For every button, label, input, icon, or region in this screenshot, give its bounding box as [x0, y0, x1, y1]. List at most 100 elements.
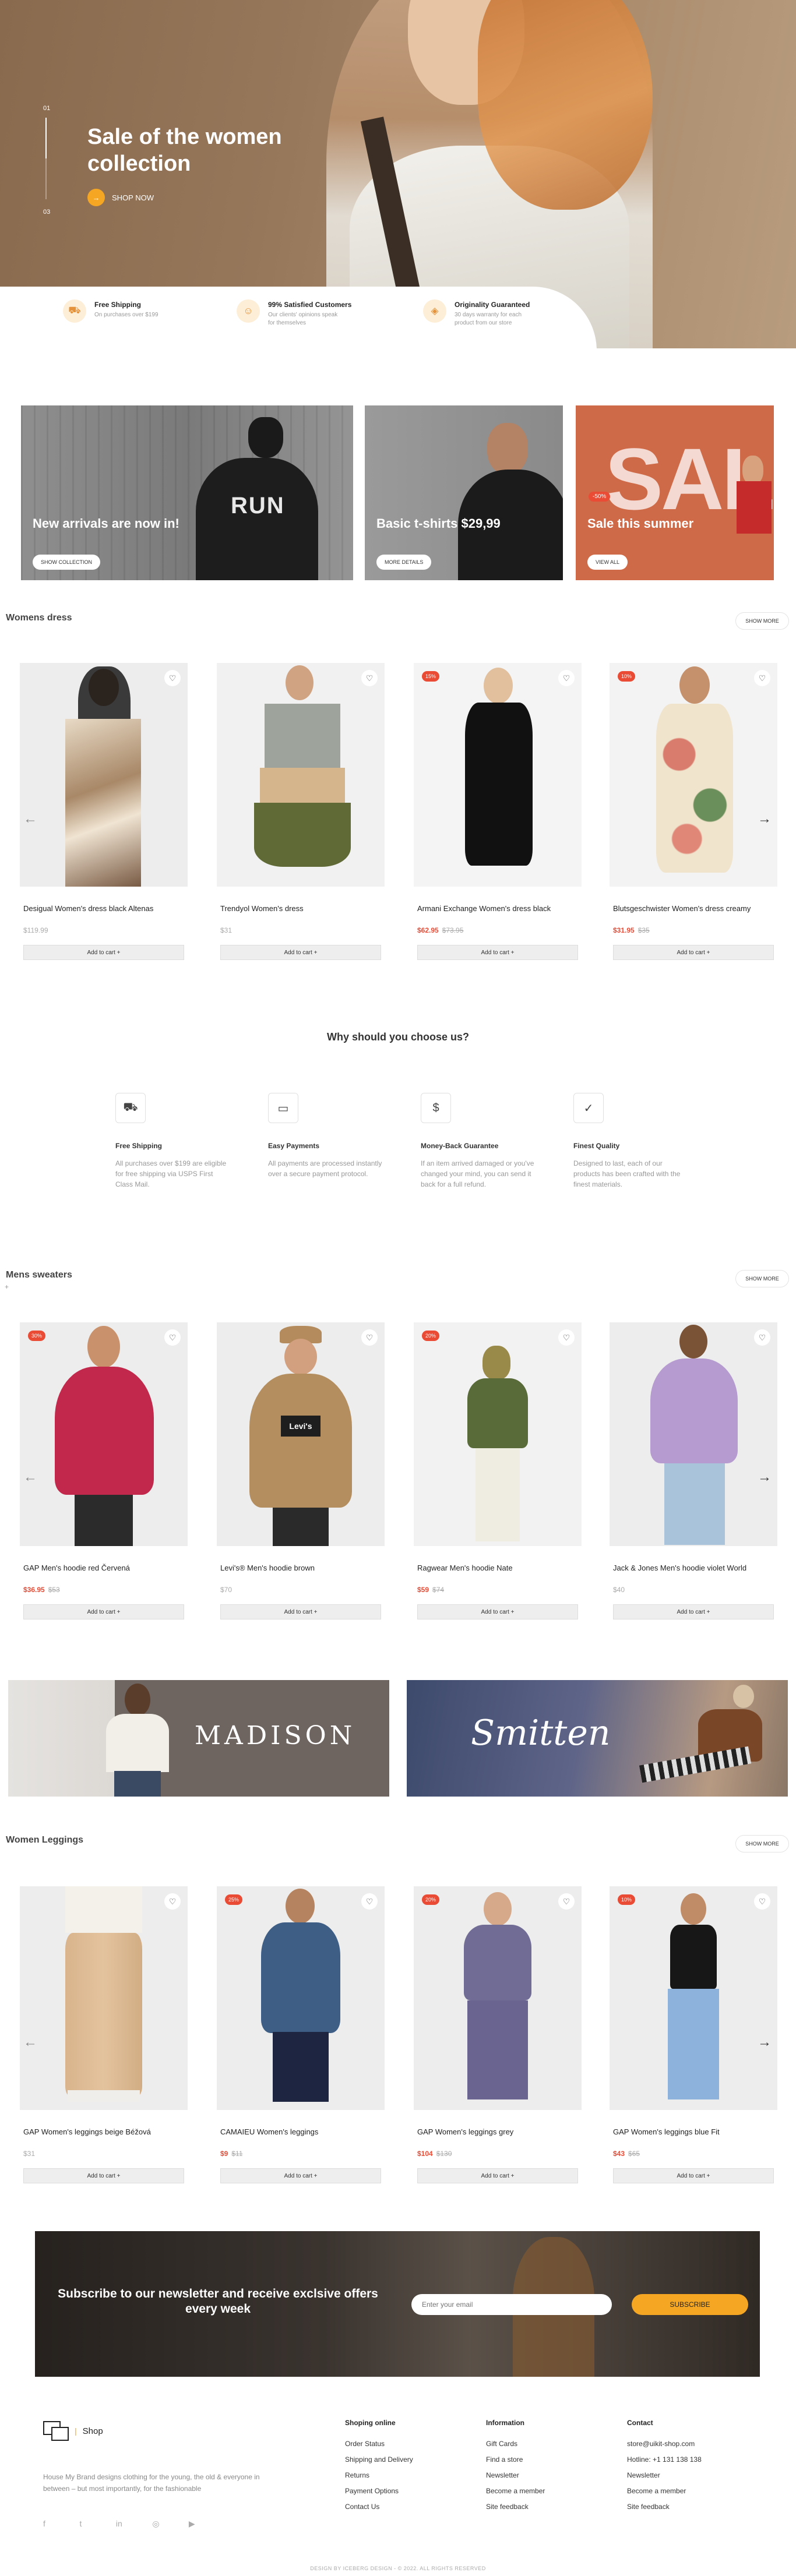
add-to-cart-button[interactable]: Add to cart + — [220, 2168, 381, 2183]
show-more-button[interactable]: SHOW MORE — [735, 1270, 789, 1287]
product-image[interactable]: 20% ♡ — [414, 1886, 582, 2110]
footer-link[interactable]: Become a member — [486, 2487, 545, 2495]
product-card[interactable]: Levi's ♡ Levi's® Men's hoodie brown $70 … — [217, 1322, 385, 1619]
add-to-cart-button[interactable]: Add to cart + — [23, 2168, 184, 2183]
linkedin-icon[interactable]: in — [116, 2519, 130, 2528]
promo-basic-tshirts[interactable]: Basic t-shirts $29,99 MORE DETAILS — [365, 405, 563, 580]
product-card[interactable]: 30% ♡ GAP Men's hoodie red Červená $36.9… — [20, 1322, 188, 1619]
footer-link[interactable]: Gift Cards — [486, 2440, 545, 2448]
footer-logo[interactable]: | Shop — [43, 2421, 103, 2441]
wishlist-heart-icon[interactable]: ♡ — [754, 1893, 770, 1910]
show-more-button[interactable]: SHOW MORE — [735, 1835, 789, 1852]
footer-link[interactable]: Site feedback — [486, 2503, 545, 2511]
product-image[interactable]: 20% ♡ — [414, 1322, 582, 1546]
youtube-icon[interactable]: ▶ — [189, 2519, 203, 2529]
product-name[interactable]: GAP Men's hoodie red Červená — [23, 1564, 184, 1582]
product-image[interactable]: ♡ — [610, 1322, 777, 1546]
shop-now-button[interactable]: → SHOP NOW — [87, 189, 154, 206]
brand-banner-madison[interactable]: MADISON — [8, 1680, 389, 1797]
footer-link[interactable]: Returns — [345, 2471, 413, 2479]
product-name[interactable]: Blutsgeschwister Women's dress creamy — [613, 904, 774, 923]
footer-link[interactable]: Site feedback — [627, 2503, 702, 2511]
product-image[interactable]: 25% ♡ — [217, 1886, 385, 2110]
carousel-next-arrow-icon[interactable]: → — [755, 1468, 774, 1487]
product-image[interactable]: Levi's ♡ — [217, 1322, 385, 1546]
product-image[interactable]: 10% ♡ — [610, 1886, 777, 2110]
product-name[interactable]: GAP Women's leggings grey — [417, 2127, 578, 2146]
show-more-button[interactable]: SHOW MORE — [735, 612, 789, 630]
wishlist-heart-icon[interactable]: ♡ — [558, 1329, 575, 1346]
wishlist-heart-icon[interactable]: ♡ — [361, 1329, 378, 1346]
footer-link[interactable]: Find a store — [486, 2455, 545, 2464]
product-name[interactable]: GAP Women's leggings beige Béžová — [23, 2127, 184, 2146]
wishlist-heart-icon[interactable]: ♡ — [361, 1893, 378, 1910]
wishlist-heart-icon[interactable]: ♡ — [754, 670, 770, 686]
add-to-cart-button[interactable]: Add to cart + — [220, 1604, 381, 1619]
product-image[interactable]: 15% ♡ — [414, 663, 582, 887]
footer-link[interactable]: Hotline: +1 131 138 138 — [627, 2455, 702, 2464]
product-name[interactable]: Armani Exchange Women's dress black — [417, 904, 578, 923]
add-to-cart-button[interactable]: Add to cart + — [220, 945, 381, 960]
product-image[interactable]: ♡ — [217, 663, 385, 887]
carousel-next-arrow-icon[interactable]: → — [755, 2033, 774, 2052]
wishlist-heart-icon[interactable]: ♡ — [164, 1329, 181, 1346]
wishlist-heart-icon[interactable]: ♡ — [754, 1329, 770, 1346]
add-to-cart-button[interactable]: Add to cart + — [23, 1604, 184, 1619]
product-card[interactable]: 10% ♡ Blutsgeschwister Women's dress cre… — [610, 663, 777, 960]
instagram-icon[interactable]: ◎ — [152, 2519, 166, 2529]
product-name[interactable]: Ragwear Men's hoodie Nate — [417, 1564, 578, 1582]
product-card[interactable]: 15% ♡ Armani Exchange Women's dress blac… — [414, 663, 582, 960]
footer-link[interactable]: Payment Options — [345, 2487, 413, 2495]
footer-link[interactable]: Shipping and Delivery — [345, 2455, 413, 2464]
product-name[interactable]: GAP Women's leggings blue Fit — [613, 2127, 774, 2146]
carousel-prev-arrow-icon[interactable]: ← — [21, 810, 40, 828]
product-card[interactable]: ♡ Desigual Women's dress black Altenas $… — [20, 663, 188, 960]
promo-new-arrivals[interactable]: RUN New arrivals are now in! SHOW COLLEC… — [21, 405, 353, 580]
slide-indicator[interactable]: 01 03 — [43, 105, 55, 221]
carousel-prev-arrow-icon[interactable]: ← — [21, 2033, 40, 2052]
add-to-cart-button[interactable]: Add to cart + — [417, 2168, 578, 2183]
footer-link[interactable]: Become a member — [627, 2487, 702, 2495]
carousel-prev-arrow-icon[interactable]: ← — [21, 1468, 40, 1487]
product-name[interactable]: Jack & Jones Men's hoodie violet World — [613, 1564, 774, 1582]
footer-link[interactable]: store@uikit-shop.com — [627, 2440, 702, 2448]
product-name[interactable]: Desigual Women's dress black Altenas — [23, 904, 184, 923]
product-image[interactable]: 30% ♡ — [20, 1322, 188, 1546]
add-to-cart-button[interactable]: Add to cart + — [613, 2168, 774, 2183]
product-card[interactable]: 10% ♡ GAP Women's leggings blue Fit $43 $… — [610, 1886, 777, 2183]
footer-link[interactable]: Contact Us — [345, 2503, 413, 2511]
wishlist-heart-icon[interactable]: ♡ — [361, 670, 378, 686]
product-image[interactable]: 10% ♡ — [610, 663, 777, 887]
product-card[interactable]: ♡ Jack & Jones Men's hoodie violet World… — [610, 1322, 777, 1619]
add-to-cart-button[interactable]: Add to cart + — [417, 945, 578, 960]
add-to-cart-button[interactable]: Add to cart + — [613, 945, 774, 960]
more-details-button[interactable]: MORE DETAILS — [376, 555, 432, 570]
view-all-button[interactable]: VIEW ALL — [587, 555, 628, 570]
product-card[interactable]: 25% ♡ CAMAIEU Women's leggings $9 $11 Add… — [217, 1886, 385, 2183]
add-to-cart-button[interactable]: Add to cart + — [417, 1604, 578, 1619]
wishlist-heart-icon[interactable]: ♡ — [164, 670, 181, 686]
product-card[interactable]: 20% ♡ GAP Women's leggings grey $104 $130… — [414, 1886, 582, 2183]
footer-link[interactable]: Newsletter — [486, 2471, 545, 2479]
carousel-next-arrow-icon[interactable]: → — [755, 810, 774, 828]
footer-link[interactable]: Order Status — [345, 2440, 413, 2448]
facebook-icon[interactable]: f — [43, 2519, 57, 2528]
show-collection-button[interactable]: SHOW COLLECTION — [33, 555, 101, 570]
wishlist-heart-icon[interactable]: ♡ — [164, 1893, 181, 1910]
wishlist-heart-icon[interactable]: ♡ — [558, 1893, 575, 1910]
product-card[interactable]: ♡ GAP Women's leggings beige Béžová $31 … — [20, 1886, 188, 2183]
promo-sale-summer[interactable]: SALE -50% Sale this summer VIEW ALL — [576, 405, 774, 580]
product-name[interactable]: CAMAIEU Women's leggings — [220, 2127, 381, 2146]
product-image[interactable]: ♡ — [20, 1886, 188, 2110]
product-name[interactable]: Trendyol Women's dress — [220, 904, 381, 923]
wishlist-heart-icon[interactable]: ♡ — [558, 670, 575, 686]
subscribe-button[interactable]: SUBSCRIBE — [632, 2294, 748, 2315]
brand-banner-smitten[interactable]: Smitten — [407, 1680, 788, 1797]
product-card[interactable]: ♡ Trendyol Women's dress $31 Add to cart… — [217, 663, 385, 960]
product-name[interactable]: Levi's® Men's hoodie brown — [220, 1564, 381, 1582]
add-to-cart-button[interactable]: Add to cart + — [613, 1604, 774, 1619]
add-to-cart-button[interactable]: Add to cart + — [23, 945, 184, 960]
twitter-icon[interactable]: t — [79, 2519, 93, 2528]
product-card[interactable]: 20% ♡ Ragwear Men's hoodie Nate $59 $74 A… — [414, 1322, 582, 1619]
product-image[interactable]: ♡ — [20, 663, 188, 887]
